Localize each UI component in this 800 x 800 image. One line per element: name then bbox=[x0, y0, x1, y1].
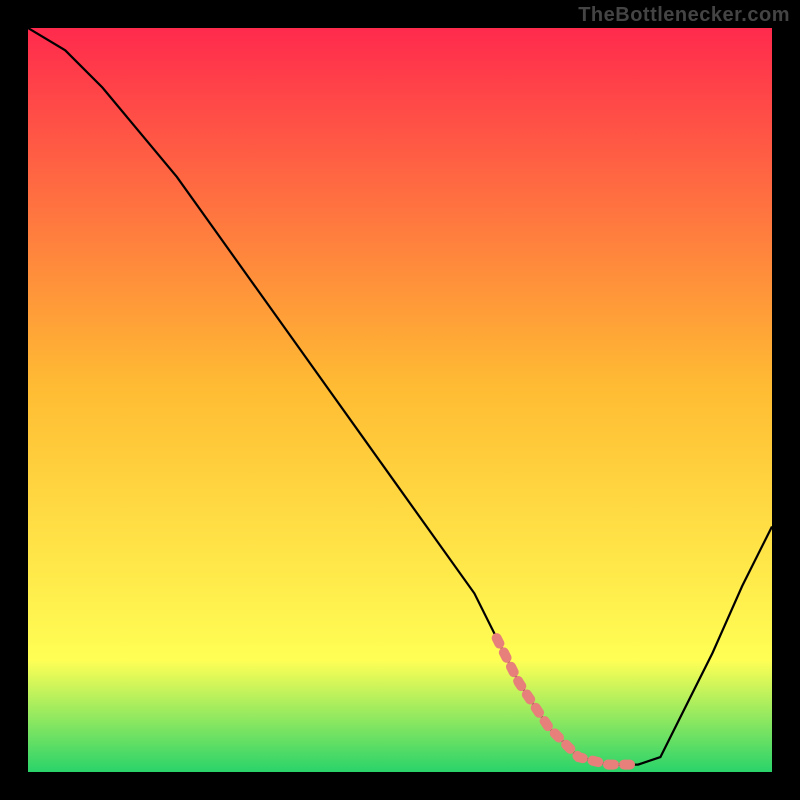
chart-frame: TheBottlenecker.com bbox=[0, 0, 800, 800]
plot-area bbox=[28, 28, 772, 772]
gradient-background bbox=[28, 28, 772, 772]
chart-svg bbox=[28, 28, 772, 772]
watermark-text: TheBottlenecker.com bbox=[578, 4, 790, 27]
